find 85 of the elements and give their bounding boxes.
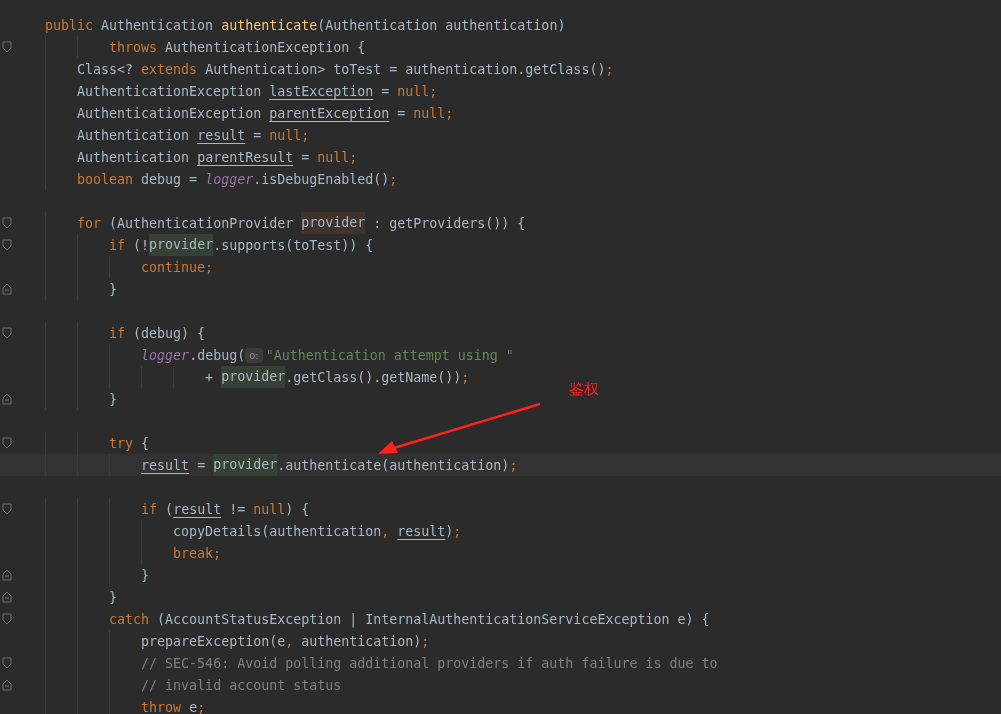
code-text: ) [445,522,454,541]
code-text: != [228,500,247,519]
code-text: ( [165,500,174,519]
variable-name: provider [301,212,366,234]
keyword-text: public [45,16,95,35]
variable-name: provider [221,366,286,388]
fold-icon[interactable] [2,41,12,53]
code-comment: // SEC-546: Avoid polling additional providers if auth failure is due to [45,652,718,674]
code-text: = [300,148,311,167]
code-text: .authenticate(authentication) [277,456,510,475]
keyword-text: ; [461,368,470,387]
code-text: Authentication> toTest = authentication.getClass() [205,60,606,79]
code-text: : getProviders()) { [372,214,526,233]
code-text: AuthenticationException [45,102,270,124]
code-text: (Authentication authentication) [317,16,566,35]
fold-icon[interactable] [2,393,12,405]
fold-icon[interactable] [2,503,12,515]
variable-name: provider [213,454,278,476]
code-text: AuthenticationException [45,80,270,102]
code-text: { [141,434,150,453]
code-text: Class<? [45,58,142,80]
fold-icon[interactable] [2,569,12,581]
keyword-text: null; [413,104,454,123]
keyword-text: boolean [45,168,142,190]
keyword-text: ; [389,170,398,189]
keyword-text: ; [453,522,462,541]
fold-icon[interactable] [2,217,12,229]
fold-icon[interactable] [2,239,12,251]
static-field: logger [205,168,254,190]
code-text: (AuthenticationProvider [109,214,295,233]
code-comment: // invalid account status [45,674,342,696]
variable-name: lastException [269,82,374,101]
string-literal: "Authentication attempt using " [265,346,514,365]
keyword-text: ; [197,698,206,714]
keyword-text: extends [141,60,199,79]
code-text: = [196,456,207,475]
keyword-text: , [381,522,391,541]
code-text: AuthenticationException { [165,38,366,57]
code-text: = [396,104,407,123]
code-text: (debug) { [133,324,206,343]
fold-icon[interactable] [2,591,12,603]
code-text: } [45,564,150,586]
method-name: authenticate [221,16,318,35]
variable-name: parentException [269,104,390,123]
code-text: Authentication [45,124,198,146]
keyword-text: , [285,632,295,651]
annotation-label: 鉴权 [569,380,599,399]
code-text: prepareException(e [45,630,286,652]
code-text: .isDebugEnabled() [253,170,390,189]
fold-icon[interactable] [2,679,12,691]
code-text: Authentication [101,16,215,35]
fold-icon[interactable] [2,283,12,295]
variable-name: result [173,500,222,519]
code-text: e [189,698,198,714]
code-text: authentication) [301,632,422,651]
code-text: debug = [141,170,199,189]
variable-name: result [197,126,246,145]
variable-name: result [397,522,446,541]
code-text: .debug( [189,346,246,365]
code-text: } [45,388,118,410]
code-text: (! [133,236,150,255]
code-text: (AccountStatusException | InternalAuthenticationServiceException e) { [157,610,710,630]
keyword-text: ; [509,456,518,475]
keyword-text: null [253,500,286,519]
fold-icon[interactable] [2,437,12,449]
keyword-text: ; [605,60,614,79]
code-text: = [380,82,391,101]
code-text: .getClass().getName()) [285,368,462,387]
fold-icon[interactable] [2,657,12,669]
fold-icon[interactable] [2,613,12,625]
keyword-text: ; [421,632,430,651]
variable-name: result [45,454,190,476]
code-text: } [45,278,118,300]
variable-name: parentResult [197,148,294,167]
keyword-text: null; [317,148,358,167]
code-text: copyDetails(authentication [45,520,382,542]
keyword-text: null; [269,126,310,145]
keyword-text: null; [397,82,438,101]
variable-name: provider [149,234,214,256]
code-text: Authentication [45,146,198,168]
code-text: = [252,126,263,145]
fold-icon[interactable] [2,327,12,339]
code-text: .supports(toTest)) { [213,236,374,255]
code-text: ) { [285,500,310,519]
code-text: } [45,586,118,608]
